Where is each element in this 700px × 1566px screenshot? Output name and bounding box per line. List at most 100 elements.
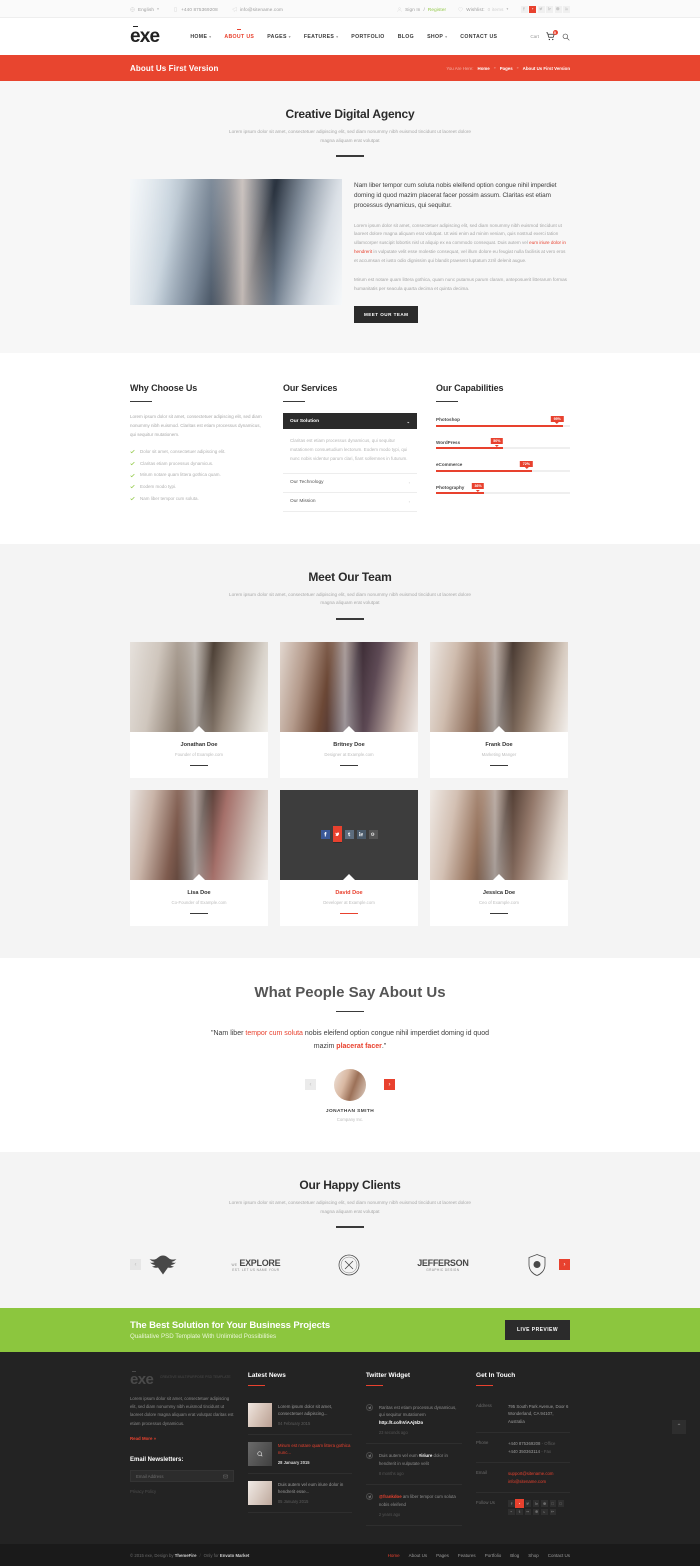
breadcrumb-home[interactable]: Home: [478, 66, 490, 71]
testimonial-avatar: [334, 1068, 366, 1101]
accordion-header-our-solution[interactable]: Our Solution ⌄: [283, 413, 417, 430]
behance-icon[interactable]: [549, 1508, 556, 1516]
nav-item-pages[interactable]: PAGES ▾: [267, 34, 291, 40]
clients-next-button[interactable]: ›: [559, 1259, 570, 1271]
site-logo[interactable]: exe: [130, 26, 160, 46]
privacy-policy-link[interactable]: Privacy Policy: [130, 1489, 234, 1494]
linkedin-icon[interactable]: [356, 830, 366, 840]
footer-nav-features[interactable]: Features: [458, 1553, 476, 1558]
support-email-link[interactable]: support@sitename.com: [508, 1470, 553, 1478]
nav-item-features[interactable]: FEATURES ▾: [304, 34, 338, 40]
account-links[interactable]: Sign In / Register: [397, 7, 446, 12]
skill-label: Photography: [436, 484, 465, 490]
flickr-icon[interactable]: [524, 1508, 532, 1516]
team-card[interactable]: Jessica Doe Ceo of Example.com: [430, 789, 568, 926]
rss-icon[interactable]: [541, 1508, 548, 1516]
info-email-link[interactable]: info@sitename.com: [508, 1478, 553, 1486]
nav-item-contact-us[interactable]: CONTACT US: [460, 34, 497, 40]
team-photo: [430, 789, 568, 880]
accordion-item-our-technology[interactable]: Our Technology ›: [283, 474, 417, 493]
news-item[interactable]: Lorem ipsum dolor sit amet, consectetuer…: [247, 1396, 352, 1435]
linkedin-icon[interactable]: [546, 5, 553, 13]
footer-nav-portfolio[interactable]: Portfolio: [485, 1553, 502, 1558]
nav-item-about-us[interactable]: ABOUT US: [224, 34, 254, 40]
twitter-icon[interactable]: [537, 5, 545, 13]
facebook-icon[interactable]: [320, 830, 330, 840]
youtube-icon[interactable]: [529, 5, 536, 13]
email-info[interactable]: info@sitename.com: [231, 7, 283, 12]
rss-icon[interactable]: [563, 5, 570, 13]
brand-name[interactable]: ThemeFire: [175, 1553, 197, 1558]
accordion-item-our-mission[interactable]: Our Mission ›: [283, 493, 417, 512]
back-to-top-button[interactable]: ⌃: [672, 1419, 686, 1434]
header-actions: Cart 0: [530, 30, 570, 41]
linkedin-icon[interactable]: [532, 1500, 540, 1507]
tweet-item[interactable]: Raritas est etiam processus dynamicus, q…: [365, 1396, 463, 1445]
tweet-handle[interactable]: @frankdoe: [379, 1494, 402, 1499]
instagram-icon[interactable]: [557, 1500, 565, 1507]
clients-prev-button[interactable]: ‹: [130, 1259, 141, 1271]
live-preview-button[interactable]: LIVE PREVIEW: [505, 1319, 570, 1340]
skype-icon[interactable]: [532, 1508, 540, 1516]
tumblr-icon[interactable]: [344, 830, 354, 840]
language-selector[interactable]: English ▾: [130, 7, 159, 12]
team-card[interactable]: Lisa Doe Co-Founder of Example.com: [130, 789, 268, 926]
nav-item-shop[interactable]: SHOP ▾: [427, 34, 447, 40]
tweet-item[interactable]: Duis autem vel eum #iriure dolor in hend…: [365, 1444, 463, 1486]
wishlist-count: 0 items: [487, 6, 504, 12]
tweet-link[interactable]: http://t.co/hViAAj5l2o: [379, 1420, 423, 1425]
contact-phone-office: +440 875369208: [508, 1441, 541, 1447]
pinterest-icon[interactable]: [554, 5, 562, 13]
market-name[interactable]: Envato Market: [220, 1553, 249, 1558]
wishlist[interactable]: Wishlist: 0 items ▾: [458, 7, 508, 12]
tweet-text: Raritas est etiam processus dynamicus, q…: [378, 1404, 457, 1418]
tweet-item[interactable]: @frankdoe am liber tempor cum soluta nob…: [365, 1485, 463, 1527]
tumblr-icon[interactable]: [516, 1508, 523, 1516]
cart-icon[interactable]: 0: [546, 30, 558, 41]
nav-label: SHOP: [427, 33, 444, 40]
footer-nav-home[interactable]: Home: [388, 1553, 400, 1558]
register-link[interactable]: Register: [428, 7, 446, 12]
search-icon[interactable]: [562, 33, 570, 41]
vimeo-icon[interactable]: [508, 1508, 515, 1516]
footer-nav-blog[interactable]: Blog: [510, 1553, 519, 1558]
team-card[interactable]: Frank Doe Marketing Manger: [430, 641, 568, 778]
testimonial-prev-button[interactable]: ‹: [305, 1079, 316, 1091]
newsletter-input[interactable]: Email Address: [130, 1470, 234, 1483]
dribbble-icon[interactable]: [549, 1500, 556, 1507]
testimonial-next-button[interactable]: ›: [384, 1079, 395, 1091]
sign-in-link[interactable]: Sign In: [405, 7, 420, 12]
pinterest-icon[interactable]: [541, 1500, 548, 1507]
meet-our-team-button[interactable]: MEET OUR TEAM: [354, 306, 419, 324]
contact-phone-fax-suffix: - Fax: [541, 1448, 552, 1454]
footer-nav-contact-us[interactable]: Contact Us: [548, 1553, 570, 1558]
title-rule: [283, 401, 305, 403]
nav-item-home[interactable]: HOME ▾: [190, 34, 211, 40]
contact-label: Follow Us: [476, 1500, 495, 1506]
footer-nav-pages[interactable]: Pages: [436, 1553, 449, 1558]
facebook-icon[interactable]: [508, 1500, 515, 1507]
news-item[interactable]: Duis autem vel eum iriure dolor in hendr…: [247, 1474, 352, 1513]
tweet-hashtag[interactable]: #iriure: [419, 1453, 432, 1458]
footer-logo[interactable]: exe: [130, 1370, 154, 1387]
footer-nav-about-us[interactable]: About Us: [409, 1553, 428, 1558]
footer-nav-shop[interactable]: Shop: [528, 1553, 539, 1558]
skill-photography: Photography 36%: [436, 481, 570, 495]
twitter-icon[interactable]: [332, 826, 342, 844]
news-item[interactable]: Mirum est notare quam littera gothica nu…: [247, 1435, 352, 1474]
read-more-link[interactable]: Read More »: [130, 1436, 156, 1441]
twitter-icon[interactable]: [524, 1500, 532, 1507]
team-card[interactable]: Jonathan Doe Founder of Example.com: [130, 641, 268, 778]
list-item: Dolor sit amet, consectetuer adipiscing …: [130, 449, 264, 454]
skill-percent-badge: 95%: [551, 415, 564, 425]
nav-item-blog[interactable]: BLOG: [398, 34, 414, 40]
team-card-active[interactable]: David Doe Developer at Example.com: [280, 789, 418, 926]
team-card[interactable]: Britney Doe Designer at Example.com: [280, 641, 418, 778]
heart-icon: [458, 6, 463, 12]
breadcrumb-pages[interactable]: Pages: [500, 66, 513, 71]
google-plus-icon[interactable]: [368, 830, 378, 840]
nav-item-portfolio[interactable]: PORTFOLIO: [351, 34, 384, 40]
youtube-icon[interactable]: [515, 1499, 524, 1508]
facebook-icon[interactable]: [520, 5, 528, 13]
copyright-prefix: © 2015 exe, Design by: [130, 1552, 175, 1558]
